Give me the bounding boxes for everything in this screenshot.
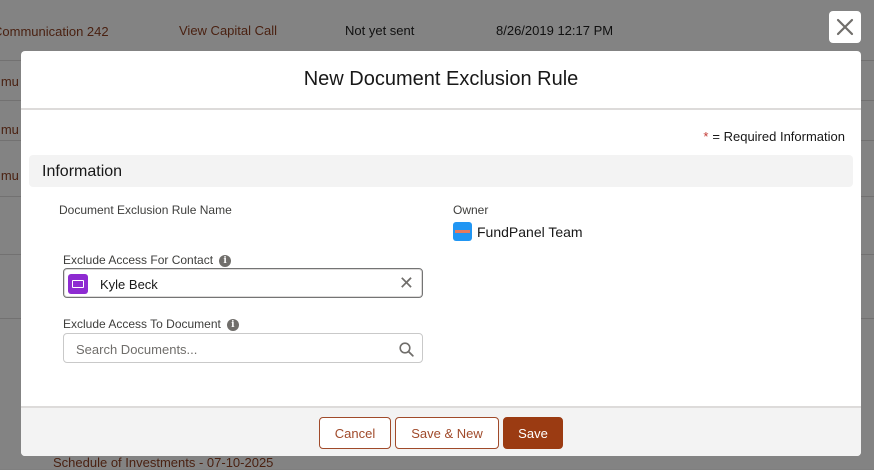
- contact-label: Exclude Access For Contact i: [63, 253, 232, 267]
- search-icon: [399, 342, 414, 357]
- modal-body: * = Required Information Information Docu…: [21, 110, 861, 407]
- cancel-button[interactable]: Cancel: [319, 417, 391, 449]
- owner-label: Owner: [453, 203, 489, 217]
- owner-value: FundPanel Team: [453, 222, 583, 241]
- modal-header: New Document Exclusion Rule: [21, 51, 861, 110]
- save-and-new-button[interactable]: Save & New: [395, 417, 499, 449]
- required-info-note: * = Required Information: [703, 129, 845, 144]
- close-icon: [836, 18, 854, 36]
- owner-avatar-icon: [453, 222, 472, 241]
- info-icon[interactable]: i: [219, 254, 232, 267]
- modal-footer: Cancel Save & New Save: [21, 406, 861, 456]
- owner-name[interactable]: FundPanel Team: [477, 224, 583, 240]
- required-star: *: [703, 129, 709, 144]
- save-button[interactable]: Save: [503, 417, 563, 449]
- document-label-text: Exclude Access To Document: [63, 317, 221, 331]
- section-title: Information: [42, 163, 123, 180]
- document-search-input[interactable]: [64, 334, 398, 364]
- close-button[interactable]: [829, 11, 861, 43]
- modal-title: New Document Exclusion Rule: [303, 68, 579, 90]
- clear-icon[interactable]: ✕: [399, 274, 414, 292]
- contact-card-icon: [68, 274, 88, 294]
- document-search-field: [63, 333, 423, 364]
- document-label: Exclude Access To Document i: [63, 317, 239, 331]
- info-icon[interactable]: i: [226, 318, 239, 331]
- contact-label-text: Exclude Access For Contact: [63, 253, 214, 267]
- information-section-header[interactable]: Information: [29, 155, 853, 187]
- contact-selected-value: Kyle Beck: [100, 277, 158, 292]
- contact-lookup-field[interactable]: Kyle Beck ✕: [63, 268, 423, 298]
- required-info-text: = Required Information: [712, 129, 845, 144]
- new-rule-modal: New Document Exclusion Rule * = Required …: [21, 51, 861, 456]
- rule-name-label: Document Exclusion Rule Name: [59, 203, 232, 217]
